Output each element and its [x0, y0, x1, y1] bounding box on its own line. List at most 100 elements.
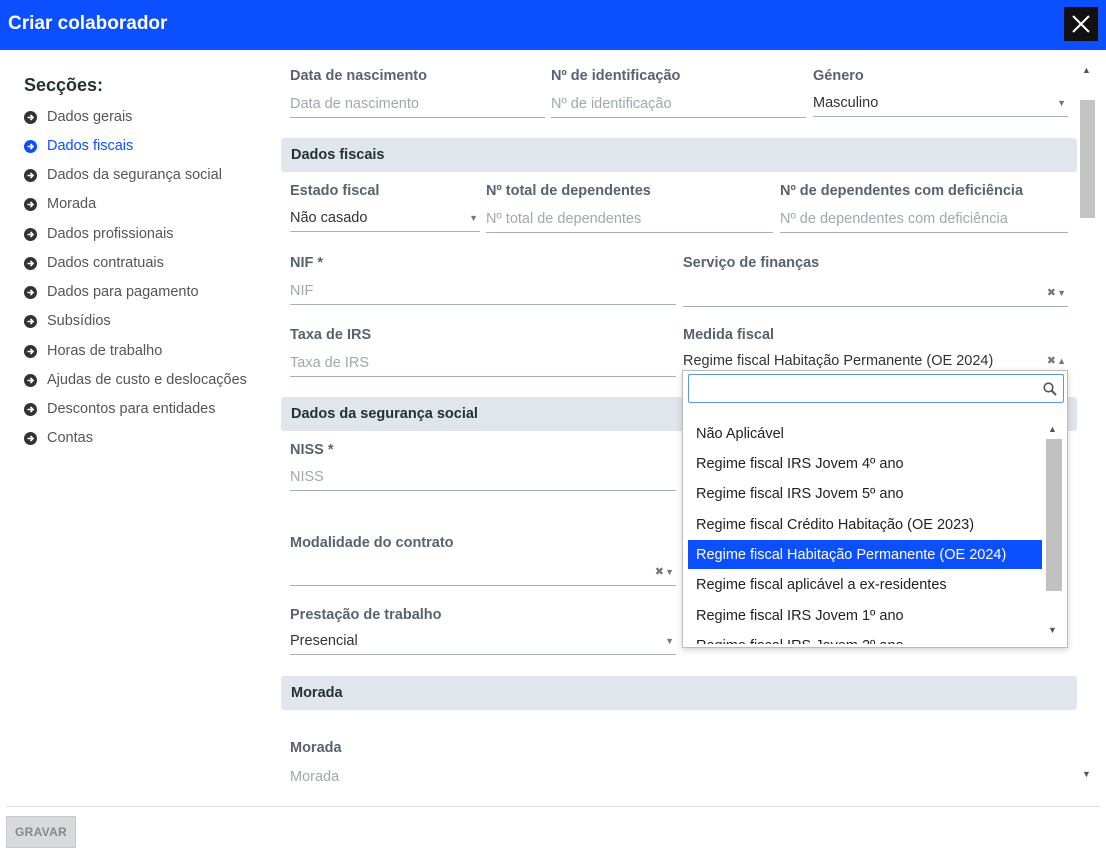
arrow-circle-right-icon — [24, 139, 37, 153]
sidebar-item-horas-trabalho[interactable]: Horas de trabalho — [24, 340, 162, 362]
chevron-down-icon: ▼ — [1057, 98, 1066, 108]
scroll-up-arrow-icon[interactable]: ▲ — [1082, 65, 1091, 75]
sidebar-item-ajudas-custo[interactable]: Ajudas de custo e deslocações — [24, 369, 247, 391]
sections-title: Secções: — [24, 75, 104, 95]
dropdown-scrollbar-thumb[interactable] — [1046, 439, 1062, 591]
dependents-disabled-field[interactable]: Nº de dependentes com deficiência — [780, 205, 1068, 233]
niss-placeholder: NISS — [290, 468, 324, 485]
dropdown-search-input[interactable] — [688, 374, 1064, 403]
niss-field[interactable]: NISS — [290, 463, 676, 491]
arrow-circle-right-icon — [24, 431, 37, 445]
dropdown-option[interactable]: Regime fiscal Crédito Habitação (OE 2023… — [688, 510, 1042, 539]
irs-rate-label: Taxa de IRS — [290, 327, 372, 343]
gender-select[interactable]: Masculino ▼ — [813, 89, 1068, 117]
dependents-total-field[interactable]: Nº total de dependentes — [486, 205, 773, 233]
nif-placeholder: NIF — [290, 282, 314, 299]
sidebar-item-contas[interactable]: Contas — [24, 427, 93, 449]
dropdown-option[interactable]: Regime fiscal IRS Jovem 4º ano — [688, 449, 1042, 478]
sidebar-item-label: Ajudas de custo e deslocações — [47, 372, 247, 388]
sidebar-item-subsidios[interactable]: Subsídios — [24, 310, 111, 332]
arrow-circle-right-icon — [24, 402, 37, 416]
contract-type-select[interactable]: ✖ ▼ — [290, 558, 676, 586]
dropdown-option[interactable]: Regime fiscal IRS Jovem 5º ano — [688, 479, 1042, 508]
arrow-circle-right-icon — [24, 373, 37, 387]
dropdown-option-selected[interactable]: Regime fiscal Habitação Permanente (OE 2… — [688, 540, 1042, 569]
dialog-title: Criar colaborador — [8, 13, 168, 34]
arrow-circle-right-icon — [24, 285, 37, 299]
chevron-up-icon: ▲ — [1057, 356, 1066, 366]
chevron-down-icon: ▼ — [665, 636, 674, 646]
sidebar-item-label: Dados para pagamento — [47, 284, 199, 300]
work-mode-label: Prestação de trabalho — [290, 607, 442, 623]
close-button[interactable] — [1064, 7, 1098, 41]
sidebar-item-dados-gerais[interactable]: Dados gerais — [24, 106, 132, 128]
sidebar-item-label: Dados contratuais — [47, 255, 164, 271]
sidebar-item-label: Dados fiscais — [47, 138, 134, 154]
dropdown-option[interactable]: Não Aplicável — [688, 419, 1042, 448]
dropdown-scroll-down-icon[interactable]: ▼ — [1048, 625, 1057, 635]
sidebar-item-morada[interactable]: Morada — [24, 193, 96, 215]
sidebar-item-label: Descontos para entidades — [47, 401, 216, 417]
sidebar-item-seguranca-social[interactable]: Dados da segurança social — [24, 164, 222, 186]
id-number-label: Nº de identificação — [551, 68, 681, 84]
birth-date-label: Data de nascimento — [290, 68, 427, 84]
chevron-down-icon: ▼ — [665, 567, 674, 577]
dependents-total-label: Nº total de dependentes — [486, 183, 651, 199]
irs-rate-placeholder: Taxa de IRS — [290, 354, 369, 371]
id-number-field[interactable]: Nº de identificação — [551, 90, 806, 118]
arrow-circle-right-icon — [24, 256, 37, 270]
tax-status-label: Estado fiscal — [290, 183, 380, 199]
clear-icon[interactable]: ✖ — [655, 565, 664, 578]
morada-label: Morada — [290, 740, 342, 756]
arrow-circle-right-icon — [24, 314, 37, 328]
sidebar-item-label: Morada — [47, 196, 97, 212]
id-number-placeholder: Nº de identificação — [551, 95, 672, 112]
scroll-down-arrow-icon[interactable]: ▼ — [1082, 769, 1091, 779]
dropdown-option[interactable]: Regime fiscal aplicável a ex-residentes — [688, 570, 1042, 599]
dependents-disabled-placeholder: Nº de dependentes com deficiência — [780, 210, 1008, 227]
tax-office-label: Serviço de finanças — [683, 255, 820, 271]
birth-date-placeholder: Data de nascimento — [290, 95, 419, 112]
irs-rate-field[interactable]: Taxa de IRS — [290, 349, 676, 377]
sidebar-item-dados-fiscais[interactable]: Dados fiscais — [24, 135, 133, 157]
chevron-down-icon: ▼ — [1057, 288, 1066, 298]
sidebar-item-dados-contratuais[interactable]: Dados contratuais — [24, 252, 164, 274]
sidebar-item-label: Contas — [47, 430, 93, 446]
nif-field[interactable]: NIF — [290, 277, 676, 305]
sidebar-item-label: Subsídios — [47, 313, 111, 329]
close-icon — [1072, 15, 1090, 33]
niss-label: NISS * — [290, 442, 334, 458]
main-scrollbar-thumb[interactable] — [1080, 100, 1095, 218]
clear-icon[interactable]: ✖ — [1047, 286, 1056, 299]
dialog-titlebar: Criar colaborador — [0, 0, 1106, 50]
tax-status-value: Não casado — [290, 209, 368, 226]
sidebar-item-dados-pagamento[interactable]: Dados para pagamento — [24, 281, 199, 303]
nif-label: NIF * — [290, 255, 324, 271]
section-header-morada: Morada — [281, 676, 1077, 710]
sidebar-item-label: Dados profissionais — [47, 226, 174, 242]
save-button[interactable]: GRAVAR — [6, 816, 76, 848]
clear-icon[interactable]: ✖ — [1047, 354, 1056, 367]
morada-placeholder: Morada — [290, 769, 340, 785]
dependents-total-placeholder: Nº total de dependentes — [486, 210, 642, 227]
chevron-down-icon: ▼ — [469, 213, 478, 223]
arrow-circle-right-icon — [24, 197, 37, 211]
sidebar-item-dados-profissionais[interactable]: Dados profissionais — [24, 223, 174, 245]
dropdown-option[interactable]: Regime fiscal IRS Jovem 1º ano — [688, 601, 1042, 630]
dropdown-options-list: Não Aplicável Regime fiscal IRS Jovem 4º… — [683, 416, 1069, 644]
dropdown-scroll-up-icon[interactable]: ▲ — [1048, 424, 1057, 434]
morada-field[interactable]: Morada — [290, 763, 676, 791]
gender-value: Masculino — [813, 94, 879, 111]
sidebar-item-label: Dados gerais — [47, 109, 133, 125]
tax-office-select[interactable]: ✖ ▼ — [683, 279, 1068, 307]
birth-date-field[interactable]: Data de nascimento — [290, 90, 545, 118]
dependents-disabled-label: Nº de dependentes com deficiência — [780, 183, 1024, 199]
tax-status-select[interactable]: Não casado ▼ — [290, 204, 480, 232]
section-header-dados-fiscais: Dados fiscais — [281, 138, 1077, 172]
footer-divider — [6, 806, 1100, 807]
work-mode-select[interactable]: Presencial ▼ — [290, 627, 676, 655]
gender-label: Género — [813, 68, 864, 84]
sidebar-item-descontos-entidades[interactable]: Descontos para entidades — [24, 398, 215, 420]
dropdown-option[interactable]: Regime fiscal IRS Jovem 2º ano — [688, 631, 1042, 645]
sidebar-item-label: Horas de trabalho — [47, 343, 163, 359]
